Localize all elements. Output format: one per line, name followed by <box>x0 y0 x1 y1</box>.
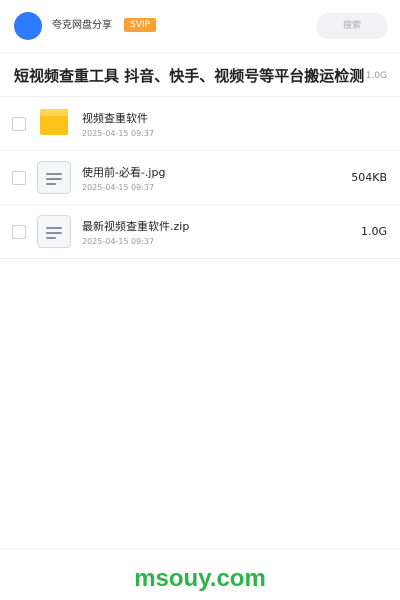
file-name[interactable]: 视频查重软件 <box>82 112 148 126</box>
file-date: 2025-04-15 09:37 <box>82 129 155 138</box>
folder-icon <box>40 109 68 135</box>
svip-badge: SVIP <box>124 18 156 32</box>
footer: msouy.com <box>0 548 400 600</box>
header-bar: 夸克网盘分享 SVIP <box>0 0 400 53</box>
file-checkbox[interactable] <box>12 117 26 131</box>
document-icon <box>37 215 71 248</box>
file-checkbox[interactable] <box>12 225 26 239</box>
file-size: 504KB <box>351 171 387 184</box>
file-size: 1.0G <box>360 225 387 238</box>
file-date: 2025-04-15 09:37 <box>82 237 155 246</box>
file-name[interactable]: 最新视频查重软件.zip <box>82 220 189 234</box>
file-date: 2025-04-15 09:37 <box>82 183 155 192</box>
share-title: 短视频查重工具 抖音、快手、视频号等平台搬运检测 <box>14 67 364 85</box>
search-input[interactable] <box>316 13 388 39</box>
file-row[interactable]: 使用前-必看-.jpg 2025-04-15 09:37 504KB <box>0 151 400 205</box>
share-total-size: 1.0G <box>365 71 387 81</box>
document-icon <box>37 161 71 194</box>
file-name[interactable]: 使用前-必看-.jpg <box>82 166 165 180</box>
file-row[interactable]: 最新视频查重软件.zip 2025-04-15 09:37 1.0G <box>0 205 400 259</box>
share-page: 夸克网盘分享 SVIP 短视频查重工具 抖音、快手、视频号等平台搬运检测 1.0… <box>0 0 400 600</box>
file-row[interactable]: 视频查重软件 2025-04-15 09:37 <box>0 97 400 151</box>
app-name: 夸克网盘分享 <box>52 20 112 31</box>
file-checkbox[interactable] <box>12 171 26 185</box>
share-title-row: 短视频查重工具 抖音、快手、视频号等平台搬运检测 1.0G <box>0 53 400 97</box>
site-watermark: msouy.com <box>134 565 266 592</box>
avatar[interactable] <box>14 12 42 40</box>
